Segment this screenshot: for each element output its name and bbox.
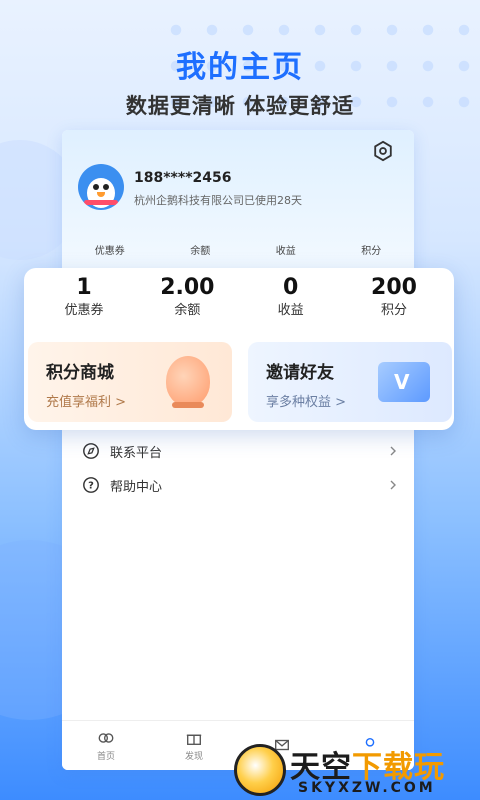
stat-label: 收益 bbox=[277, 303, 304, 318]
site-watermark: 天空下载玩 SKYXZW.COM bbox=[232, 740, 480, 800]
svg-text:?: ? bbox=[88, 481, 94, 492]
stats-card: 1 优惠券 2.00 余额 0 收益 200 积分 积分商城 充值享福利 > 邀… bbox=[24, 268, 454, 430]
stat-value: 200 bbox=[371, 275, 417, 300]
home-icon bbox=[98, 733, 114, 743]
chevron-right-icon bbox=[390, 446, 396, 456]
mini-stat-label: 优惠券 bbox=[94, 246, 125, 257]
stat-value: 0 bbox=[283, 275, 299, 300]
egg-mascot-icon bbox=[166, 356, 210, 406]
stat-label: 积分 bbox=[380, 303, 407, 318]
egg-feet bbox=[172, 402, 204, 408]
mini-stats-row: 优惠券 余额 收益 积分 bbox=[62, 242, 414, 257]
user-phone: 188****2456 bbox=[134, 170, 232, 186]
tab-label: 发现 bbox=[184, 752, 203, 762]
hero-title: 我的主页 bbox=[176, 50, 304, 85]
question-icon: ? bbox=[83, 477, 99, 493]
gift-icon bbox=[186, 734, 202, 745]
stat-coupons[interactable]: 1 优惠券 bbox=[44, 274, 124, 320]
company-usage: 杭州企鹅科技有限公司已使用28天 bbox=[134, 194, 302, 207]
compass-icon bbox=[83, 443, 99, 459]
menu-item-contact[interactable]: 联系平台 bbox=[62, 434, 414, 468]
stat-balance[interactable]: 2.00 余额 bbox=[147, 274, 227, 320]
ticket-icon: V bbox=[378, 362, 430, 402]
stat-points[interactable]: 200 积分 bbox=[354, 274, 434, 320]
hero-subtitle: 数据更清晰 体验更舒适 bbox=[125, 94, 355, 118]
settings-icon[interactable] bbox=[372, 140, 394, 162]
points-mall-card[interactable]: 积分商城 充值享福利 > bbox=[28, 342, 232, 422]
menu-item-help[interactable]: ? 帮助中心 bbox=[62, 468, 414, 502]
invite-friends-card[interactable]: 邀请好友 享多种权益 > V bbox=[248, 342, 452, 422]
tab-discover[interactable]: 发现 bbox=[164, 729, 224, 762]
mini-stat-label: 余额 bbox=[190, 246, 211, 257]
watermark-url: SKYXZW.COM bbox=[298, 780, 436, 796]
stat-value: 1 bbox=[76, 275, 92, 300]
globe-logo-icon bbox=[234, 744, 286, 796]
stat-earnings[interactable]: 0 收益 bbox=[251, 274, 331, 320]
tab-home[interactable]: 首页 bbox=[76, 729, 136, 762]
tab-label: 首页 bbox=[96, 752, 115, 762]
mini-stat-label: 积分 bbox=[361, 246, 382, 257]
profile-header: 188****2456 杭州企鹅科技有限公司已使用28天 优惠券 余额 收益 积… bbox=[62, 130, 414, 280]
phone-mockup: 188****2456 杭州企鹅科技有限公司已使用28天 优惠券 余额 收益 积… bbox=[62, 130, 414, 770]
stat-label: 优惠券 bbox=[64, 303, 104, 318]
stat-label: 余额 bbox=[174, 303, 201, 318]
mini-stat-label: 收益 bbox=[275, 246, 296, 257]
stat-value: 2.00 bbox=[160, 275, 215, 300]
avatar[interactable] bbox=[78, 164, 124, 210]
menu-item-label: 联系平台 bbox=[110, 445, 163, 461]
chevron-right-icon bbox=[390, 480, 396, 490]
menu-item-label: 帮助中心 bbox=[110, 479, 163, 495]
menu-list: 联系平台 ? 帮助中心 bbox=[62, 420, 414, 502]
stats-row: 1 优惠券 2.00 余额 0 收益 200 积分 bbox=[24, 268, 454, 320]
